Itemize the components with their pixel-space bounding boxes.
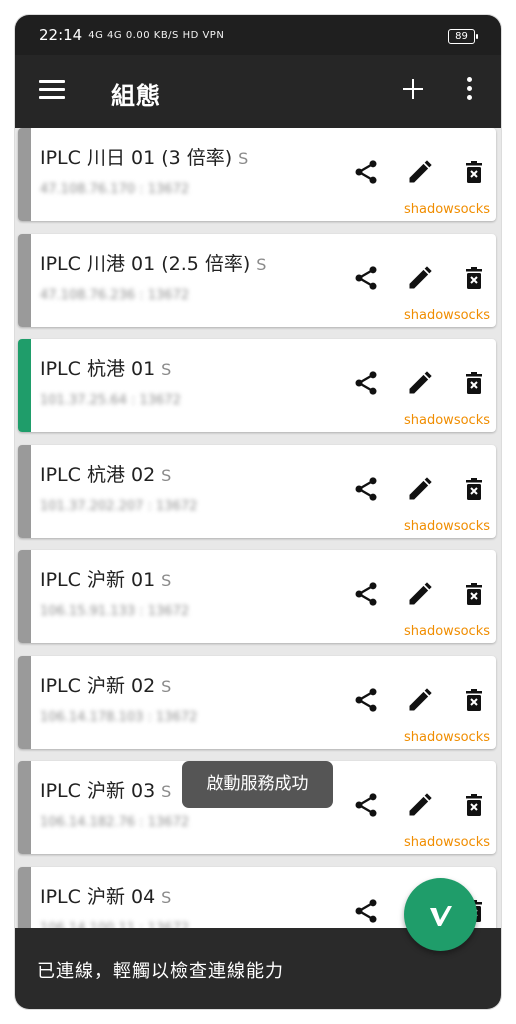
edit-icon[interactable] [406, 264, 434, 292]
active-indicator-bar [18, 761, 31, 854]
delete-icon[interactable] [462, 158, 486, 186]
battery-icon: 89 [448, 29, 478, 44]
profile-name: IPLC 杭港 02 S [40, 460, 171, 487]
profile-type: shadowsocks [404, 518, 490, 534]
status-left: 22:14 4G 4G 0.00 KB/S HD VPN [39, 26, 224, 44]
profile-name: IPLC 川港 01 (2.5 倍率) S [40, 249, 266, 276]
profile-name-text: IPLC 川日 01 (3 倍率) [40, 147, 233, 169]
profile-card[interactable]: IPLC 杭港 01 S 101.37.25.64 : 13672 shadowsoc… [18, 339, 496, 432]
active-indicator-bar [18, 233, 31, 327]
profile-name-text: IPLC 川港 01 (2.5 倍率) [40, 252, 251, 275]
profile-address: 101.37.25.64 : 13672 [40, 393, 181, 408]
profile-name: IPLC 沪新 02 S [40, 671, 171, 698]
delete-icon[interactable] [462, 686, 486, 714]
profile-card[interactable]: IPLC 川日 01 (3 倍率) S 47.108.76.170 : 13672 s… [18, 128, 496, 221]
active-indicator-bar [18, 339, 31, 432]
share-icon[interactable] [352, 897, 380, 925]
delete-icon[interactable] [462, 791, 486, 819]
share-icon[interactable] [352, 158, 380, 186]
profile-name-text: IPLC 杭港 02 [40, 463, 156, 486]
edit-icon[interactable] [406, 158, 434, 186]
profile-tag: S [161, 465, 172, 485]
profile-type: shadowsocks [404, 202, 490, 217]
share-icon[interactable] [352, 475, 380, 503]
profile-type: shadowsocks [404, 307, 490, 323]
share-icon[interactable] [352, 791, 380, 819]
share-icon[interactable] [352, 580, 380, 608]
profile-tag: S [161, 676, 172, 696]
profile-name-text: IPLC 沪新 04 [40, 885, 156, 908]
delete-icon[interactable] [462, 475, 486, 503]
app-toolbar: 組態 [15, 55, 501, 128]
status-bar: 22:14 4G 4G 0.00 KB/S HD VPN 89 [15, 15, 501, 55]
profile-card[interactable]: IPLC 沪新 01 S 106.15.91.133 : 13672 shadowso… [18, 550, 496, 643]
profile-type: shadowsocks [404, 413, 490, 428]
profile-tag: S [161, 360, 172, 379]
edit-icon[interactable] [406, 791, 434, 819]
profile-address: 106.14.178.103 : 13672 [40, 709, 198, 725]
profile-name-text: IPLC 沪新 03 [40, 780, 156, 802]
share-icon[interactable] [352, 686, 380, 714]
active-indicator-bar [18, 866, 31, 928]
profile-name: IPLC 沪新 04 S [40, 882, 171, 909]
profile-name-text: IPLC 沪新 01 [40, 569, 156, 591]
profile-address: 106.15.91.133 : 13672 [40, 604, 190, 619]
phone-screen: 22:14 4G 4G 0.00 KB/S HD VPN 89 組態 IPLC … [15, 15, 501, 1009]
edit-icon[interactable] [406, 369, 434, 397]
profile-tag: S [161, 887, 172, 907]
toast-message: 啟動服務成功 [182, 761, 333, 808]
connect-fab[interactable] [404, 878, 477, 951]
profile-card[interactable]: IPLC 沪新 02 S 106.14.178.103 : 13672 shadows… [18, 655, 496, 749]
profile-tag: S [161, 782, 172, 801]
v-logo-icon [430, 906, 452, 926]
profile-type: shadowsocks [404, 835, 490, 850]
edit-icon[interactable] [406, 580, 434, 608]
share-icon[interactable] [352, 264, 380, 292]
profile-tag: S [256, 254, 267, 274]
delete-icon[interactable] [462, 580, 486, 608]
edit-icon[interactable] [406, 686, 434, 714]
profile-type: shadowsocks [404, 729, 490, 745]
active-indicator-bar [18, 128, 31, 221]
active-indicator-bar [18, 444, 31, 538]
profile-name: IPLC 杭港 01 S [40, 354, 171, 381]
profile-name-text: IPLC 沪新 02 [40, 674, 156, 697]
status-time: 22:14 [39, 26, 83, 44]
profile-name-text: IPLC 杭港 01 [40, 358, 156, 380]
profile-card[interactable]: IPLC 杭港 02 S 101.37.202.207 : 13672 shadows… [18, 444, 496, 538]
profile-tag: S [161, 571, 172, 590]
status-indicators: 4G 4G 0.00 KB/S HD VPN [88, 29, 225, 41]
add-profile-icon[interactable] [401, 77, 425, 101]
profile-address: 47.108.76.170 : 13672 [40, 182, 190, 197]
profile-card[interactable]: IPLC 川港 01 (2.5 倍率) S 47.108.76.236 : 1367… [18, 233, 496, 327]
edit-icon[interactable] [406, 475, 434, 503]
share-icon[interactable] [352, 369, 380, 397]
active-indicator-bar [18, 655, 31, 749]
profile-name: IPLC 川日 01 (3 倍率) S [40, 143, 248, 170]
snackbar-message: 已連線，輕觸以檢查連線能力 [37, 961, 284, 982]
active-indicator-bar [18, 550, 31, 643]
more-options-icon[interactable] [467, 77, 473, 103]
delete-icon[interactable] [462, 369, 486, 397]
menu-icon[interactable] [39, 80, 65, 100]
profile-address: 101.37.202.207 : 13672 [40, 498, 198, 514]
profile-address: 106.14.182.76 : 13672 [40, 815, 190, 830]
delete-icon[interactable] [462, 264, 486, 292]
profile-address: 106.14.100.11 : 13672 [40, 920, 190, 929]
profile-address: 47.108.76.236 : 13672 [40, 287, 190, 303]
profile-name: IPLC 沪新 03 S [40, 776, 171, 803]
profile-tag: S [238, 149, 249, 168]
page-title: 組態 [111, 82, 161, 110]
profile-type: shadowsocks [404, 624, 490, 639]
profile-list[interactable]: IPLC 川日 01 (3 倍率) S 47.108.76.170 : 13672 s… [15, 128, 501, 928]
profile-name: IPLC 沪新 01 S [40, 565, 171, 592]
